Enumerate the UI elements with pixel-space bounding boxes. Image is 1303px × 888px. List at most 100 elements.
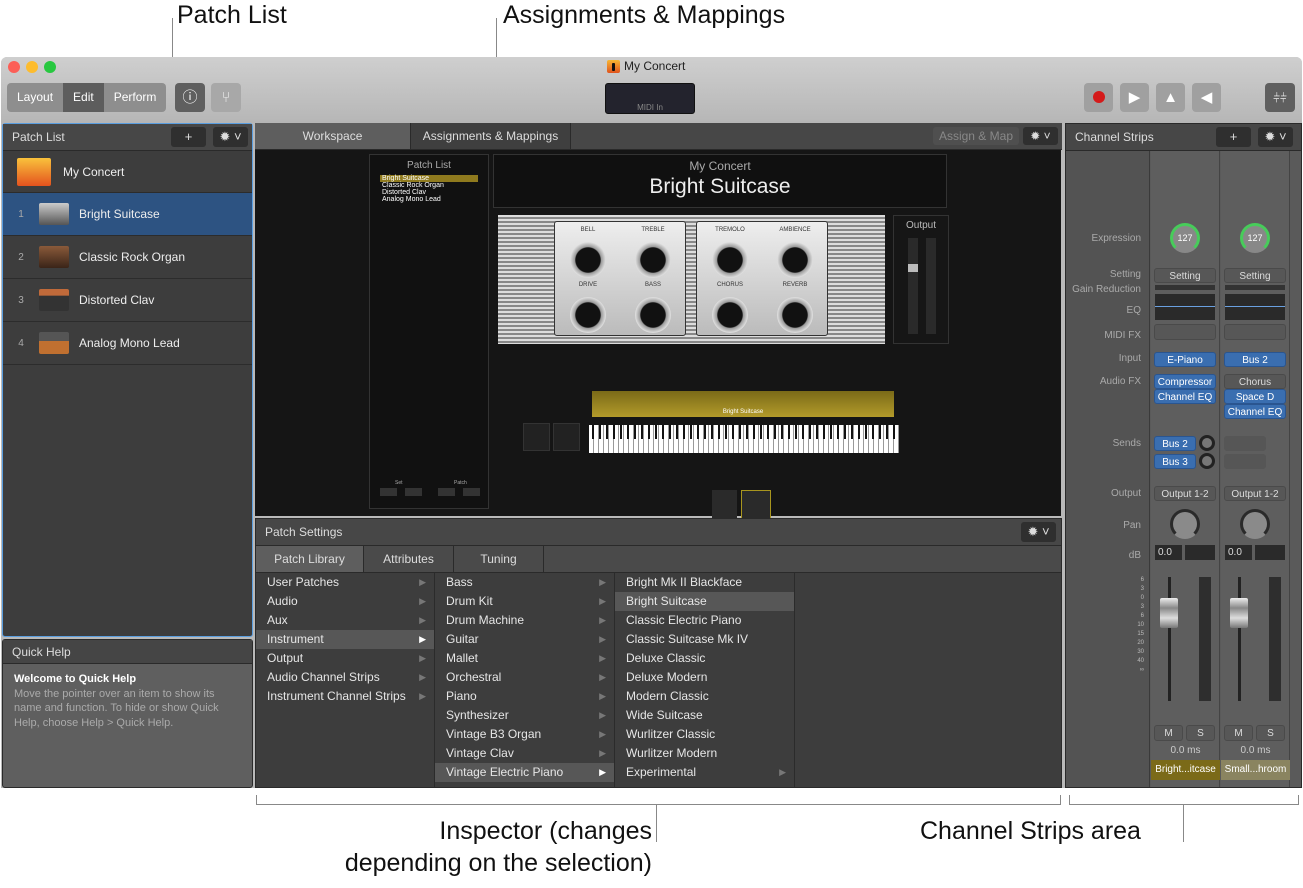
tab-workspace[interactable]: Workspace	[255, 123, 411, 149]
library-item[interactable]: Deluxe Modern	[615, 668, 794, 687]
reverb-knob[interactable]	[777, 297, 813, 333]
close-button[interactable]	[8, 61, 20, 73]
tab-assignments-mappings[interactable]: Assignments & Mappings	[411, 123, 571, 149]
midi-fx-slot[interactable]	[1224, 324, 1286, 340]
channel-strip-name[interactable]: Bright...itcase	[1151, 760, 1220, 780]
library-item[interactable]: Vintage Clav ▶	[435, 744, 614, 763]
library-item[interactable]: Instrument Channel Strips ▶	[256, 687, 434, 706]
midi-fx-slot[interactable]	[1154, 324, 1216, 340]
mute-button[interactable]: M	[1224, 725, 1253, 741]
library-item[interactable]: Classic Suitcase Mk IV	[615, 630, 794, 649]
library-item[interactable]: Bass ▶	[435, 573, 614, 592]
stage-patch-item[interactable]: Analog Mono Lead	[380, 196, 478, 203]
library-item[interactable]: Output ▶	[256, 649, 434, 668]
mute-button[interactable]: M	[1154, 725, 1183, 741]
stage-patch-item[interactable]: Distorted Clav	[380, 189, 478, 196]
chorus-knob[interactable]	[712, 297, 748, 333]
assign-map-button[interactable]: Assign & Map	[932, 127, 1019, 145]
patch-row[interactable]: 2 Classic Rock Organ	[3, 236, 252, 279]
library-item[interactable]: Wide Suitcase	[615, 706, 794, 725]
patch-down-button[interactable]	[463, 488, 480, 496]
library-item[interactable]: Modern Classic	[615, 687, 794, 706]
library-item[interactable]: Audio ▶	[256, 592, 434, 611]
setting-button[interactable]: Setting	[1154, 268, 1216, 283]
library-item[interactable]: Piano ▶	[435, 687, 614, 706]
treble-knob[interactable]	[635, 242, 671, 278]
mod-wheel[interactable]	[553, 423, 580, 451]
input-slot[interactable]: Bus 2	[1224, 352, 1286, 367]
eq-thumbnail[interactable]	[1225, 294, 1285, 320]
audio-fx-slot[interactable]: Channel EQ	[1224, 404, 1286, 419]
stage-patch-item[interactable]: Classic Rock Organ	[380, 182, 478, 189]
library-item[interactable]: Wurlitzer Classic	[615, 725, 794, 744]
zoom-button[interactable]	[44, 61, 56, 73]
info-button[interactable]: ⓘ	[175, 83, 205, 112]
tab-attributes[interactable]: Attributes	[364, 546, 454, 572]
volume-fader[interactable]	[1160, 598, 1178, 628]
library-item[interactable]: Bright Suitcase	[615, 592, 794, 611]
library-item[interactable]: Synthesizer ▶	[435, 706, 614, 725]
library-item[interactable]: Experimental ▶	[615, 763, 794, 782]
send-slot[interactable]: Bus 3	[1154, 454, 1196, 469]
library-item[interactable]: Wurlitzer Modern	[615, 744, 794, 763]
expression-knob[interactable]: 127	[1240, 223, 1270, 253]
library-item[interactable]: Instrument ▶	[256, 630, 434, 649]
set-up-button[interactable]	[380, 488, 397, 496]
patch-up-button[interactable]	[438, 488, 455, 496]
audio-fx-slot[interactable]: Compressor	[1154, 374, 1216, 389]
library-item[interactable]: Vintage Electric Piano ▶	[435, 763, 614, 782]
output-slot[interactable]: Output 1-2	[1224, 486, 1286, 501]
stage-patch-item[interactable]: Bright Suitcase	[380, 175, 478, 182]
send-slot[interactable]	[1224, 436, 1266, 451]
library-item[interactable]: Guitar ▶	[435, 630, 614, 649]
eq-thumbnail[interactable]	[1155, 294, 1215, 320]
library-item[interactable]: User Patches ▶	[256, 573, 434, 592]
library-item[interactable]: Classic Electric Piano	[615, 611, 794, 630]
tremolo-knob[interactable]	[712, 242, 748, 278]
send-level-knob[interactable]	[1199, 453, 1215, 469]
patch-row[interactable]: 4 Analog Mono Lead	[3, 322, 252, 365]
library-item[interactable]: Drum Machine ▶	[435, 611, 614, 630]
patch-settings-action-menu[interactable]: ✹ ˅	[1021, 522, 1056, 542]
expression-knob[interactable]: 127	[1170, 223, 1200, 253]
concert-row[interactable]: My Concert	[3, 151, 252, 193]
record-button[interactable]	[1084, 83, 1113, 112]
send-slot[interactable]: Bus 2	[1154, 436, 1196, 451]
keyboard[interactable]	[589, 425, 899, 453]
mode-edit[interactable]: Edit	[63, 83, 104, 112]
tab-tuning[interactable]: Tuning	[454, 546, 544, 572]
output-fader[interactable]	[908, 238, 918, 334]
mode-perform[interactable]: Perform	[104, 83, 167, 112]
library-item[interactable]: Bright Mk II Blackface	[615, 573, 794, 592]
patch-row[interactable]: 3 Distorted Clav	[3, 279, 252, 322]
add-patch-button[interactable]: +	[171, 127, 206, 147]
library-item[interactable]: Orchestral ▶	[435, 668, 614, 687]
workspace-action-menu[interactable]: ✹ ˅	[1023, 127, 1058, 145]
tab-patch-library[interactable]: Patch Library	[256, 546, 364, 572]
library-item[interactable]: Aux ▶	[256, 611, 434, 630]
volume-fader[interactable]	[1230, 598, 1248, 628]
add-channel-strip-button[interactable]: +	[1216, 127, 1251, 147]
mixer-button[interactable]: ⫩⫩	[1265, 83, 1295, 112]
speaker-button[interactable]: ◀	[1192, 83, 1221, 112]
play-button[interactable]: ▶	[1120, 83, 1149, 112]
bell-knob[interactable]	[570, 242, 606, 278]
library-item[interactable]: Audio Channel Strips ▶	[256, 668, 434, 687]
library-item[interactable]: Drum Kit ▶	[435, 592, 614, 611]
bass-knob[interactable]	[635, 297, 671, 333]
volume-value[interactable]: 0.0	[1155, 545, 1182, 560]
setting-button[interactable]: Setting	[1224, 268, 1286, 283]
pan-knob[interactable]	[1170, 509, 1200, 539]
audio-fx-slot[interactable]: Space D	[1224, 389, 1286, 404]
send-level-knob[interactable]	[1199, 435, 1215, 451]
library-item[interactable]: Mallet ▶	[435, 649, 614, 668]
audio-fx-slot[interactable]: Channel EQ	[1154, 389, 1216, 404]
solo-button[interactable]: S	[1256, 725, 1285, 741]
audio-fx-slot[interactable]: Chorus	[1224, 374, 1286, 389]
tuner-button[interactable]: ⑂	[211, 83, 241, 112]
input-slot[interactable]: E-Piano	[1154, 352, 1216, 367]
library-item[interactable]: Deluxe Classic	[615, 649, 794, 668]
drive-knob[interactable]	[570, 297, 606, 333]
volume-value[interactable]: 0.0	[1225, 545, 1252, 560]
patch-list-action-menu[interactable]: ✹ ˅	[213, 127, 248, 147]
